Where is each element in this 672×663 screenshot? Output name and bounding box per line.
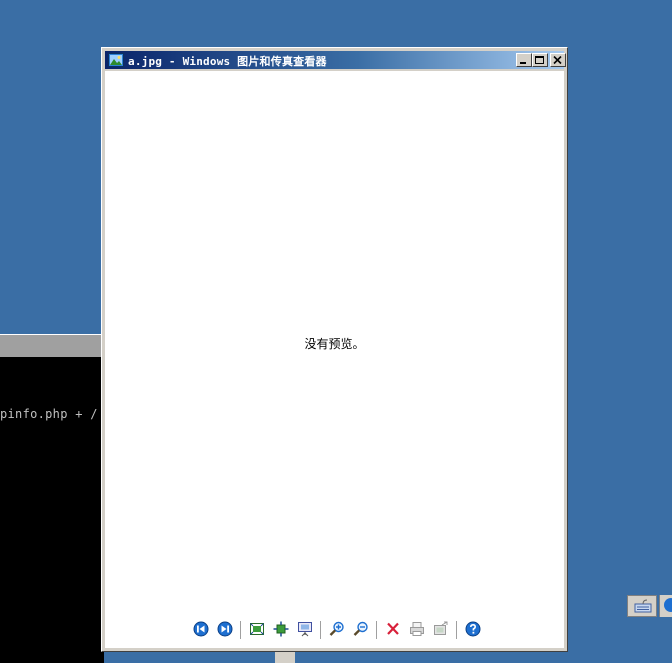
printer-icon: [410, 622, 424, 636]
window-title: a.jpg - Windows 图片和传真查看器: [128, 55, 327, 68]
minimize-icon: [520, 62, 526, 64]
delete-button[interactable]: [383, 619, 403, 639]
best-fit-button[interactable]: [247, 619, 267, 639]
help-circle-icon: [664, 598, 672, 612]
print-button[interactable]: [407, 619, 427, 639]
slide-show-button[interactable]: [295, 619, 315, 639]
console-titlebar[interactable]: [0, 334, 104, 357]
image-display-area[interactable]: 没有预览。: [105, 71, 564, 648]
toolbar-separator: [376, 621, 378, 639]
viewer-toolbar: [191, 619, 491, 641]
taskbar-fragment: [275, 652, 295, 663]
image-viewer-icon[interactable]: [108, 52, 124, 68]
zoom-out-icon: [353, 621, 368, 636]
previous-image-button[interactable]: [191, 619, 211, 639]
actual-size-icon: [273, 621, 289, 637]
help-icon: [465, 621, 481, 637]
zoom-out-button[interactable]: [351, 619, 371, 639]
copy-to-icon: [434, 621, 448, 635]
tray-icon-keyboard[interactable]: [627, 595, 657, 617]
image-viewer-window[interactable]: a.jpg - Windows 图片和传真查看器 没有预览。: [101, 47, 568, 652]
slideshow-icon: [298, 622, 312, 637]
no-preview-message: 没有预览。: [304, 337, 365, 351]
toolbar-separator: [240, 621, 242, 639]
console-window[interactable]: pinfo.php + /: [0, 334, 104, 663]
next-circle-icon: [217, 621, 233, 637]
console-text-line: pinfo.php + /: [0, 407, 98, 421]
desktop: pinfo.php + / a.jpg - Windows 图片和传真查看器 没…: [0, 0, 672, 663]
maximize-button[interactable]: [532, 53, 548, 67]
next-image-button[interactable]: [215, 619, 235, 639]
tray-icon-help[interactable]: [659, 595, 672, 617]
close-button[interactable]: [550, 53, 566, 67]
delete-x-icon: [387, 622, 399, 635]
minimize-button[interactable]: [516, 53, 532, 67]
toolbar-separator: [320, 621, 322, 639]
help-button[interactable]: [463, 619, 483, 639]
zoom-in-button[interactable]: [327, 619, 347, 639]
zoom-in-icon: [329, 621, 344, 636]
console-output[interactable]: pinfo.php + /: [0, 357, 104, 663]
maximize-icon: [535, 56, 544, 64]
keyboard-icon: [634, 599, 652, 613]
title-bar[interactable]: a.jpg - Windows 图片和传真查看器: [105, 51, 566, 69]
copy-to-button[interactable]: [431, 619, 451, 639]
toolbar-separator: [456, 621, 458, 639]
best-fit-icon: [250, 623, 264, 635]
prev-circle-icon: [193, 621, 209, 637]
actual-size-button[interactable]: [271, 619, 291, 639]
close-icon: [553, 56, 562, 65]
